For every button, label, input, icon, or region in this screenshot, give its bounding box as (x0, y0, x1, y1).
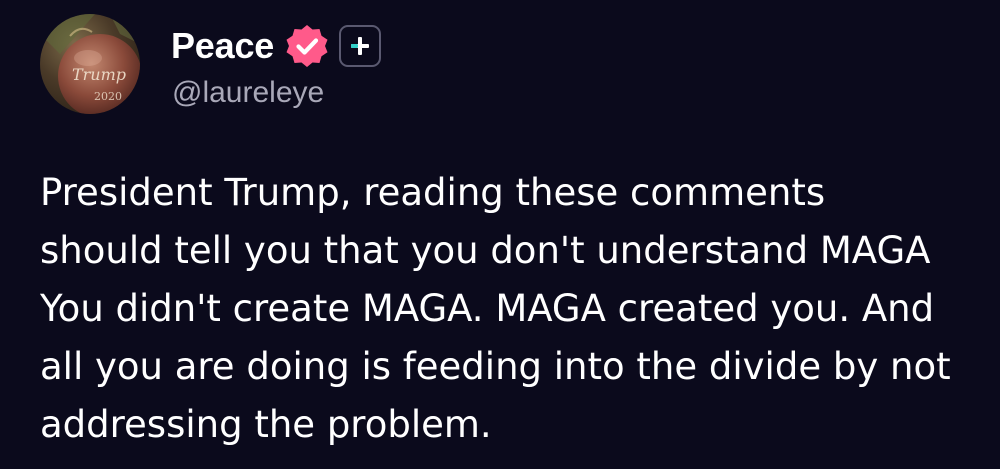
avatar[interactable]: Trump 2020 (40, 14, 140, 114)
author-name-row: Peace (171, 22, 382, 70)
post-text-line: addressing the problem. (40, 403, 492, 446)
post-text-line: You didn't create MAGA. MAGA created you… (40, 287, 935, 330)
post-text-line: President Trump, reading these comments (40, 171, 826, 214)
post-card: Trump 2020 Peace @laureleye President Tr… (0, 0, 1000, 469)
plus-icon (351, 37, 370, 55)
avatar-ornament-lettering: Trump (72, 65, 126, 84)
plus-button[interactable] (339, 25, 382, 67)
post-text: President Trump, reading these comments … (40, 164, 1000, 454)
verified-badge-icon (284, 23, 330, 69)
post-text-line: all you are doing is feeding into the di… (40, 345, 951, 388)
svg-text:2020: 2020 (94, 90, 122, 103)
post-text-line: should tell you that you don't understan… (40, 229, 931, 272)
display-name[interactable]: Peace (171, 25, 274, 67)
author-handle[interactable]: @laureleye (172, 76, 324, 110)
avatar-image: Trump 2020 (40, 14, 140, 114)
